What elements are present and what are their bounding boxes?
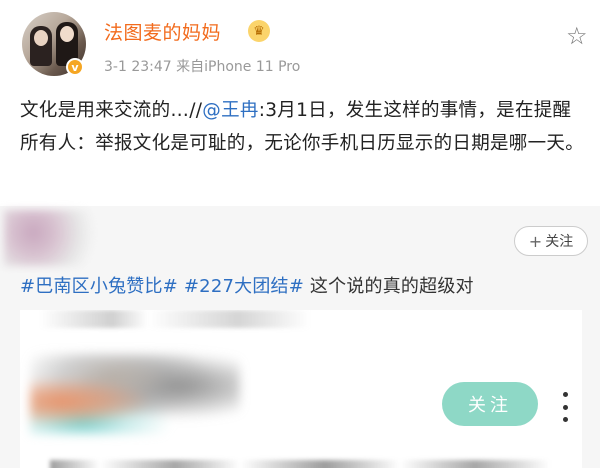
- plus-icon: +: [528, 231, 543, 251]
- repost-text: #巴南区小兔赞比# #227大团结# 这个说的真的超级对: [20, 272, 590, 298]
- avatar-face-left: [34, 30, 48, 46]
- dot: [562, 404, 568, 410]
- crown-icon: ♛: [248, 20, 270, 42]
- card-follow-button[interactable]: 关注: [442, 382, 538, 426]
- repost-container: + 关注 #巴南区小兔赞比# #227大团结# 这个说的真的超级对 关注: [0, 206, 600, 468]
- redacted-text: [50, 460, 550, 468]
- verified-badge-icon: v: [66, 58, 84, 76]
- hashtag-link[interactable]: #巴南区小兔赞比#: [20, 276, 178, 297]
- star-icon[interactable]: ☆: [566, 24, 588, 48]
- embedded-screenshot-card: 关注: [20, 310, 582, 468]
- blurred-avatar: [4, 210, 102, 266]
- blurred-user-info: [30, 354, 240, 434]
- dot: [562, 392, 568, 397]
- post-meta: 3-1 23:47 来自iPhone 11 Pro: [104, 59, 301, 75]
- hashtag-link[interactable]: #227大团结#: [184, 276, 304, 297]
- avatar-face-right: [60, 26, 74, 42]
- post-text-prefix: 文化是用来交流的…//: [20, 100, 203, 121]
- post-text: 文化是用来交流的…//@王冉:3月1日，发生这样的事情，是在提醒所有人：举报文化…: [20, 94, 588, 160]
- repost-text-body: 这个说的真的超级对: [304, 276, 474, 297]
- follow-button[interactable]: + 关注: [514, 226, 588, 256]
- redacted-text: [40, 310, 400, 328]
- post-header: v 法图麦的妈妈 ♛ 3-1 23:47 来自iPhone 11 Pro ☆: [0, 0, 600, 88]
- dot: [562, 417, 568, 422]
- follow-button-label: 关注: [545, 234, 574, 250]
- more-options-icon[interactable]: [558, 392, 572, 422]
- username[interactable]: 法图麦的妈妈: [104, 18, 221, 45]
- mention-link[interactable]: @王冉: [202, 100, 258, 121]
